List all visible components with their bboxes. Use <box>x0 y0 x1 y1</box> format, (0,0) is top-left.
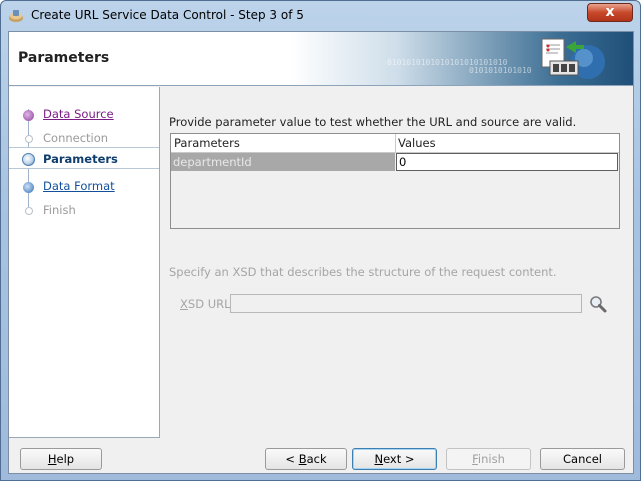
step-disabled-icon <box>25 207 33 215</box>
cancel-button[interactable]: Cancel <box>540 448 625 470</box>
help-label: elp <box>56 452 75 466</box>
step-label: Data Source <box>43 107 114 121</box>
step-label: Connection <box>43 131 109 145</box>
wizard-steps-nav: Data Source Connection Parameters Data F… <box>9 87 160 438</box>
table-row[interactable]: departmentId 0 <box>171 153 619 171</box>
step-data-source[interactable]: Data Source <box>9 103 159 125</box>
dialog-content: Parameters 0101010101010101010101010 010… <box>8 31 634 474</box>
next-label: ext > <box>383 452 415 466</box>
footer-divider <box>9 439 633 440</box>
wizard-header: Parameters 0101010101010101010101010 010… <box>9 32 633 86</box>
header-decoration-2: 0101010101010 <box>469 66 532 75</box>
help-mnemonic: H <box>47 452 57 466</box>
step-link-icon <box>23 182 34 193</box>
column-divider[interactable] <box>395 134 396 153</box>
xsd-description: Specify an XSD that describes the struct… <box>169 265 557 279</box>
back-button[interactable]: < Back <box>265 448 347 470</box>
wizard-banner-icon <box>541 38 605 79</box>
window-title: Create URL Service Data Control - Step 3… <box>31 8 304 22</box>
close-icon: x <box>605 4 615 20</box>
app-icon <box>9 10 23 22</box>
search-icon[interactable] <box>588 294 608 314</box>
page-title: Parameters <box>18 50 110 66</box>
back-prefix: < <box>285 452 299 466</box>
column-header-parameters[interactable]: Parameters <box>174 136 240 150</box>
help-button[interactable]: Help <box>20 448 102 470</box>
finish-button: Finish <box>446 448 531 470</box>
step-visited-icon <box>23 110 34 121</box>
close-button[interactable]: x <box>587 3 633 22</box>
title-bar[interactable]: Create URL Service Data Control - Step 3… <box>1 1 640 31</box>
step-disabled-icon <box>25 135 33 143</box>
step-label: Parameters <box>43 152 118 166</box>
back-label: ack <box>306 452 327 466</box>
step-parameters[interactable]: Parameters <box>9 147 159 169</box>
parameters-table: Parameters Values departmentId 0 <box>170 133 620 229</box>
step-connection: Connection <box>9 127 159 149</box>
finish-label: inish <box>477 452 505 466</box>
step-data-format[interactable]: Data Format <box>9 175 159 197</box>
step-label: Data Format <box>43 179 115 193</box>
dialog-window: Create URL Service Data Control - Step 3… <box>0 0 641 481</box>
next-mnemonic: N <box>374 452 384 466</box>
step-current-icon <box>22 153 35 166</box>
next-button[interactable]: Next > <box>352 448 437 470</box>
xsd-label-rest: SD URL: <box>187 297 235 311</box>
xsd-url-label: XSD URL: <box>180 297 234 311</box>
column-header-values[interactable]: Values <box>398 136 436 150</box>
parameter-name-cell[interactable]: departmentId <box>171 153 395 171</box>
step-label: Finish <box>43 203 76 217</box>
step-finish: Finish <box>9 199 159 221</box>
parameter-value-input[interactable]: 0 <box>396 153 618 171</box>
xsd-url-input[interactable] <box>230 294 582 313</box>
instruction-text: Provide parameter value to test whether … <box>169 115 577 129</box>
table-header: Parameters Values <box>171 134 619 153</box>
xsd-label-mnemonic: X <box>180 297 188 311</box>
back-mnemonic: B <box>298 452 307 466</box>
